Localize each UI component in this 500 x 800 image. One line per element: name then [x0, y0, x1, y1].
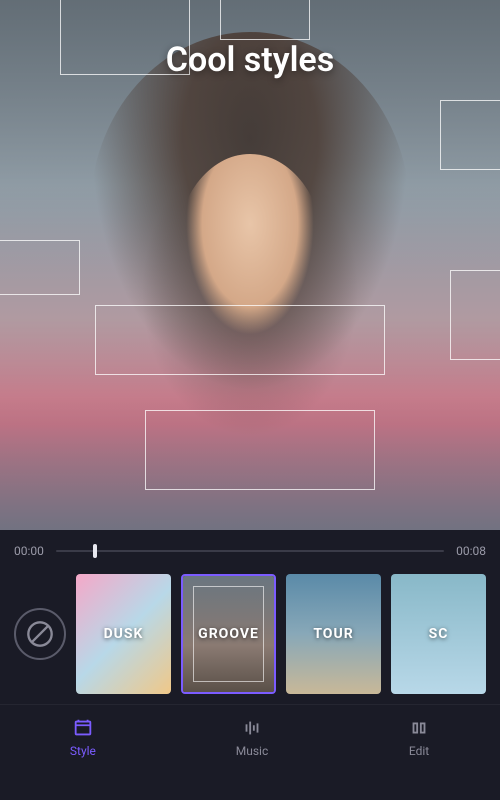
style-card-dusk[interactable]: DUSK — [76, 574, 171, 694]
time-current: 00:00 — [14, 544, 44, 558]
nav-label: Style — [70, 744, 96, 758]
style-card-groove[interactable]: GROOVE — [181, 574, 276, 694]
overlay-frame — [145, 410, 375, 490]
style-label: TOUR — [313, 626, 353, 642]
nav-label: Music — [236, 744, 268, 758]
styles-row: DUSK GROOVE TOUR SC — [0, 568, 500, 704]
music-icon — [241, 717, 263, 739]
style-label: GROOVE — [198, 626, 259, 642]
style-icon — [72, 717, 94, 739]
timeline-handle[interactable] — [93, 544, 97, 558]
heading-title: Cool styles — [0, 40, 500, 80]
overlay-frame — [450, 270, 500, 360]
nav-label: Edit — [409, 744, 429, 758]
timeline-track[interactable] — [56, 550, 444, 552]
overlay-frame — [220, 0, 310, 40]
nav-edit[interactable]: Edit — [408, 717, 430, 758]
overlay-frame — [95, 305, 385, 375]
style-label: SC — [429, 626, 449, 642]
bottom-nav: Style Music Edit — [0, 704, 500, 776]
nav-style[interactable]: Style — [70, 717, 96, 758]
style-card-tour[interactable]: TOUR — [286, 574, 381, 694]
video-preview[interactable]: Cool styles — [0, 0, 500, 530]
edit-icon — [408, 717, 430, 739]
time-duration: 00:08 — [456, 544, 486, 558]
none-icon — [26, 620, 54, 648]
timeline: 00:00 00:08 — [0, 530, 500, 568]
style-card-sc[interactable]: SC — [391, 574, 486, 694]
style-label: DUSK — [104, 626, 144, 642]
no-style-button[interactable] — [14, 608, 66, 660]
overlay-frame — [440, 100, 500, 170]
nav-music[interactable]: Music — [236, 717, 268, 758]
overlay-frame — [0, 240, 80, 295]
